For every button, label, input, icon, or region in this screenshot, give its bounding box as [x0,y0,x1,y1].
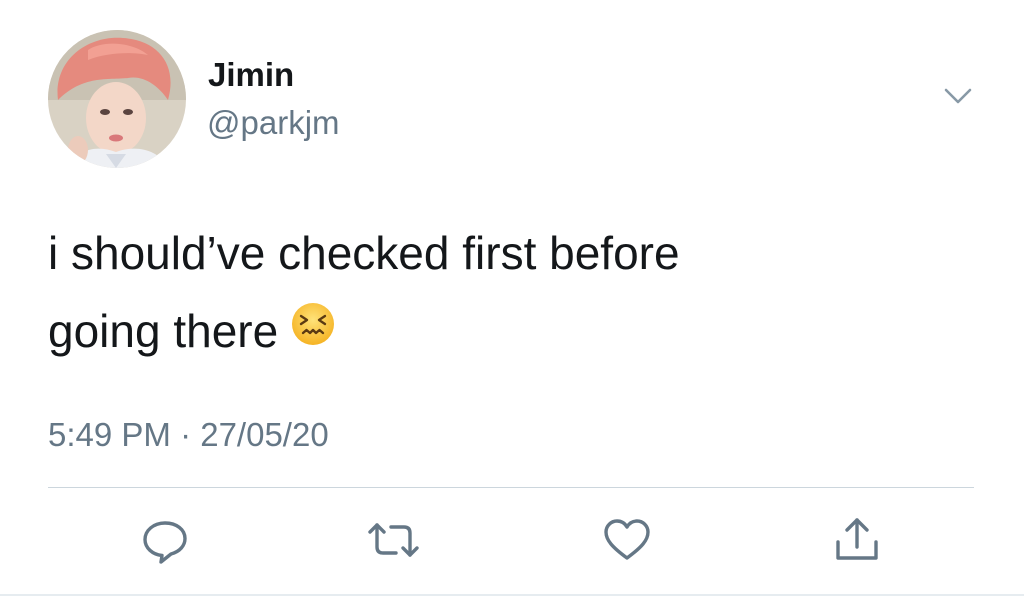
like-icon[interactable] [602,516,652,564]
share-icon[interactable] [832,516,882,564]
reply-icon[interactable] [140,516,190,564]
user-handle[interactable]: @parkjm [207,104,340,142]
tweet-text-line-2-text: going there [48,305,279,357]
chevron-down-icon[interactable] [940,82,976,110]
divider [48,487,974,488]
tweet-text: i should’ve checked first before going t… [48,214,968,370]
retweet-icon[interactable] [364,516,419,564]
tweet-card: Jimin @parkjm i should’ve checked first … [0,0,1024,596]
tweet-text-line-1: i should’ve checked first before [48,227,680,279]
confounded-face-emoji [290,292,336,370]
display-name[interactable]: Jimin [208,56,294,94]
tweet-text-line-2: going there [48,292,968,370]
avatar[interactable] [48,30,186,168]
tweet-timestamp[interactable]: 5:49 PM · 27/05/20 [48,416,329,454]
